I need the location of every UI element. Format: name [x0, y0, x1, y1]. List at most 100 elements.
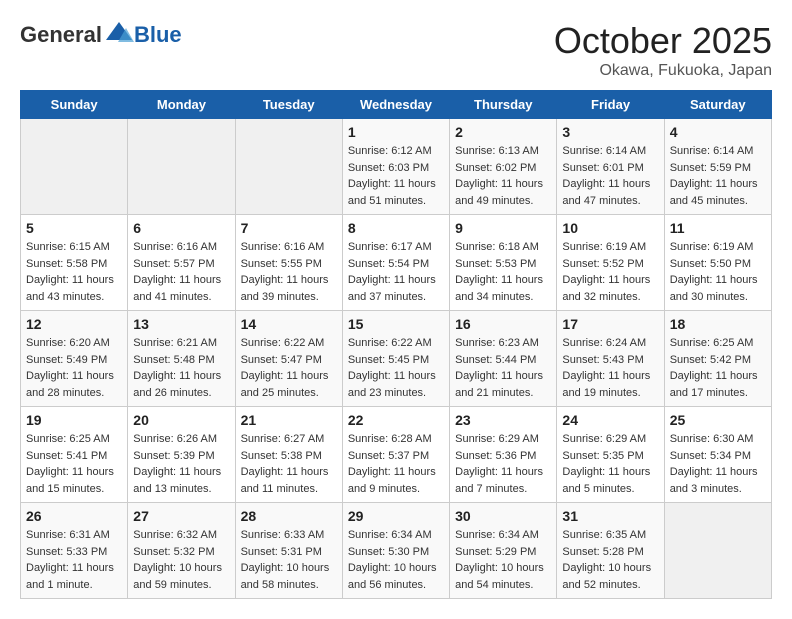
day-number: 14: [241, 316, 337, 332]
day-info: Sunrise: 6:14 AMSunset: 5:59 PMDaylight:…: [670, 143, 766, 209]
day-info: Sunrise: 6:18 AMSunset: 5:53 PMDaylight:…: [455, 239, 551, 305]
weekday-header-row: SundayMondayTuesdayWednesdayThursdayFrid…: [21, 91, 772, 119]
day-info: Sunrise: 6:22 AMSunset: 5:45 PMDaylight:…: [348, 335, 444, 401]
calendar-table: SundayMondayTuesdayWednesdayThursdayFrid…: [20, 90, 772, 599]
weekday-header: Wednesday: [342, 91, 449, 119]
day-info: Sunrise: 6:22 AMSunset: 5:47 PMDaylight:…: [241, 335, 337, 401]
day-info: Sunrise: 6:28 AMSunset: 5:37 PMDaylight:…: [348, 431, 444, 497]
day-number: 6: [133, 220, 229, 236]
day-number: 22: [348, 412, 444, 428]
day-number: 12: [26, 316, 122, 332]
day-number: 19: [26, 412, 122, 428]
calendar-cell: 20Sunrise: 6:26 AMSunset: 5:39 PMDayligh…: [128, 407, 235, 503]
day-number: 25: [670, 412, 766, 428]
calendar-cell: [664, 503, 771, 599]
calendar-week-row: 12Sunrise: 6:20 AMSunset: 5:49 PMDayligh…: [21, 311, 772, 407]
location-subtitle: Okawa, Fukuoka, Japan: [554, 62, 772, 80]
calendar-cell: 13 Sunrise: 6:21 AMSunset: 5:48 PMDayligh…: [128, 311, 235, 407]
day-number: 24: [562, 412, 658, 428]
day-info: Sunrise: 6:34 AMSunset: 5:30 PMDaylight:…: [348, 527, 444, 593]
calendar-cell: 5 Sunrise: 6:15 AMSunset: 5:58 PMDaylight…: [21, 215, 128, 311]
day-info: Sunrise: 6:27 AMSunset: 5:38 PMDaylight:…: [241, 431, 337, 497]
day-number: 13: [133, 316, 229, 332]
logo-blue-text: Blue: [134, 22, 182, 48]
day-number: 16: [455, 316, 551, 332]
calendar-week-row: 1 Sunrise: 6:12 AMSunset: 6:03 PMDaylight…: [21, 119, 772, 215]
day-number: 1: [348, 124, 444, 140]
calendar-cell: 1 Sunrise: 6:12 AMSunset: 6:03 PMDaylight…: [342, 119, 449, 215]
day-number: 10: [562, 220, 658, 236]
day-number: 31: [562, 508, 658, 524]
day-info: Sunrise: 6:24 AMSunset: 5:43 PMDaylight:…: [562, 335, 658, 401]
day-number: 20: [133, 412, 229, 428]
day-number: 29: [348, 508, 444, 524]
day-number: 23: [455, 412, 551, 428]
calendar-cell: 21 Sunrise: 6:27 AMSunset: 5:38 PMDayligh…: [235, 407, 342, 503]
calendar-cell: 14 Sunrise: 6:22 AMSunset: 5:47 PMDayligh…: [235, 311, 342, 407]
calendar-cell: 11Sunrise: 6:19 AMSunset: 5:50 PMDayligh…: [664, 215, 771, 311]
day-info: Sunrise: 6:17 AMSunset: 5:54 PMDaylight:…: [348, 239, 444, 305]
calendar-cell: 15Sunrise: 6:22 AMSunset: 5:45 PMDayligh…: [342, 311, 449, 407]
day-info: Sunrise: 6:12 AMSunset: 6:03 PMDaylight:…: [348, 143, 444, 209]
calendar-cell: 26 Sunrise: 6:31 AMSunset: 5:33 PMDayligh…: [21, 503, 128, 599]
day-info: Sunrise: 6:29 AMSunset: 5:35 PMDaylight:…: [562, 431, 658, 497]
day-number: 5: [26, 220, 122, 236]
calendar-cell: [128, 119, 235, 215]
day-info: Sunrise: 6:19 AMSunset: 5:52 PMDaylight:…: [562, 239, 658, 305]
day-info: Sunrise: 6:21 AMSunset: 5:48 PMDaylight:…: [133, 335, 229, 401]
calendar-cell: 30Sunrise: 6:34 AMSunset: 5:29 PMDayligh…: [450, 503, 557, 599]
calendar-cell: 28Sunrise: 6:33 AMSunset: 5:31 PMDayligh…: [235, 503, 342, 599]
calendar-cell: 29 Sunrise: 6:34 AMSunset: 5:30 PMDayligh…: [342, 503, 449, 599]
logo-general-text: General: [20, 22, 102, 48]
day-number: 9: [455, 220, 551, 236]
weekday-header: Friday: [557, 91, 664, 119]
day-info: Sunrise: 6:31 AMSunset: 5:33 PMDaylight:…: [26, 527, 122, 593]
day-number: 4: [670, 124, 766, 140]
weekday-header: Monday: [128, 91, 235, 119]
day-number: 8: [348, 220, 444, 236]
calendar-cell: [21, 119, 128, 215]
day-info: Sunrise: 6:35 AMSunset: 5:28 PMDaylight:…: [562, 527, 658, 593]
day-info: Sunrise: 6:25 AMSunset: 5:41 PMDaylight:…: [26, 431, 122, 497]
logo-icon: [104, 20, 134, 50]
calendar-cell: 16 Sunrise: 6:23 AMSunset: 5:44 PMDayligh…: [450, 311, 557, 407]
calendar-cell: 2Sunrise: 6:13 AMSunset: 6:02 PMDaylight…: [450, 119, 557, 215]
calendar-cell: 9 Sunrise: 6:18 AMSunset: 5:53 PMDaylight…: [450, 215, 557, 311]
calendar-cell: 22 Sunrise: 6:28 AMSunset: 5:37 PMDayligh…: [342, 407, 449, 503]
calendar-week-row: 19 Sunrise: 6:25 AMSunset: 5:41 PMDayligh…: [21, 407, 772, 503]
day-number: 26: [26, 508, 122, 524]
month-title: October 2025: [554, 20, 772, 62]
day-info: Sunrise: 6:14 AMSunset: 6:01 PMDaylight:…: [562, 143, 658, 209]
calendar-cell: 4 Sunrise: 6:14 AMSunset: 5:59 PMDaylight…: [664, 119, 771, 215]
calendar-week-row: 5 Sunrise: 6:15 AMSunset: 5:58 PMDaylight…: [21, 215, 772, 311]
day-info: Sunrise: 6:23 AMSunset: 5:44 PMDaylight:…: [455, 335, 551, 401]
calendar-cell: 7Sunrise: 6:16 AMSunset: 5:55 PMDaylight…: [235, 215, 342, 311]
day-info: Sunrise: 6:34 AMSunset: 5:29 PMDaylight:…: [455, 527, 551, 593]
day-number: 2: [455, 124, 551, 140]
day-number: 7: [241, 220, 337, 236]
page-header: General Blue October 2025 Okawa, Fukuoka…: [20, 20, 772, 80]
day-number: 18: [670, 316, 766, 332]
logo: General Blue: [20, 20, 182, 50]
weekday-header: Tuesday: [235, 91, 342, 119]
calendar-cell: 17 Sunrise: 6:24 AMSunset: 5:43 PMDayligh…: [557, 311, 664, 407]
day-info: Sunrise: 6:29 AMSunset: 5:36 PMDaylight:…: [455, 431, 551, 497]
calendar-week-row: 26 Sunrise: 6:31 AMSunset: 5:33 PMDayligh…: [21, 503, 772, 599]
day-info: Sunrise: 6:25 AMSunset: 5:42 PMDaylight:…: [670, 335, 766, 401]
weekday-header: Saturday: [664, 91, 771, 119]
calendar-cell: 27Sunrise: 6:32 AMSunset: 5:32 PMDayligh…: [128, 503, 235, 599]
day-info: Sunrise: 6:32 AMSunset: 5:32 PMDaylight:…: [133, 527, 229, 593]
day-number: 11: [670, 220, 766, 236]
day-number: 17: [562, 316, 658, 332]
calendar-cell: 19 Sunrise: 6:25 AMSunset: 5:41 PMDayligh…: [21, 407, 128, 503]
calendar-cell: 6 Sunrise: 6:16 AMSunset: 5:57 PMDaylight…: [128, 215, 235, 311]
day-info: Sunrise: 6:15 AMSunset: 5:58 PMDaylight:…: [26, 239, 122, 305]
day-number: 28: [241, 508, 337, 524]
day-info: Sunrise: 6:16 AMSunset: 5:57 PMDaylight:…: [133, 239, 229, 305]
calendar-cell: 12Sunrise: 6:20 AMSunset: 5:49 PMDayligh…: [21, 311, 128, 407]
day-number: 21: [241, 412, 337, 428]
day-number: 3: [562, 124, 658, 140]
day-info: Sunrise: 6:30 AMSunset: 5:34 PMDaylight:…: [670, 431, 766, 497]
calendar-cell: 18 Sunrise: 6:25 AMSunset: 5:42 PMDayligh…: [664, 311, 771, 407]
weekday-header: Thursday: [450, 91, 557, 119]
